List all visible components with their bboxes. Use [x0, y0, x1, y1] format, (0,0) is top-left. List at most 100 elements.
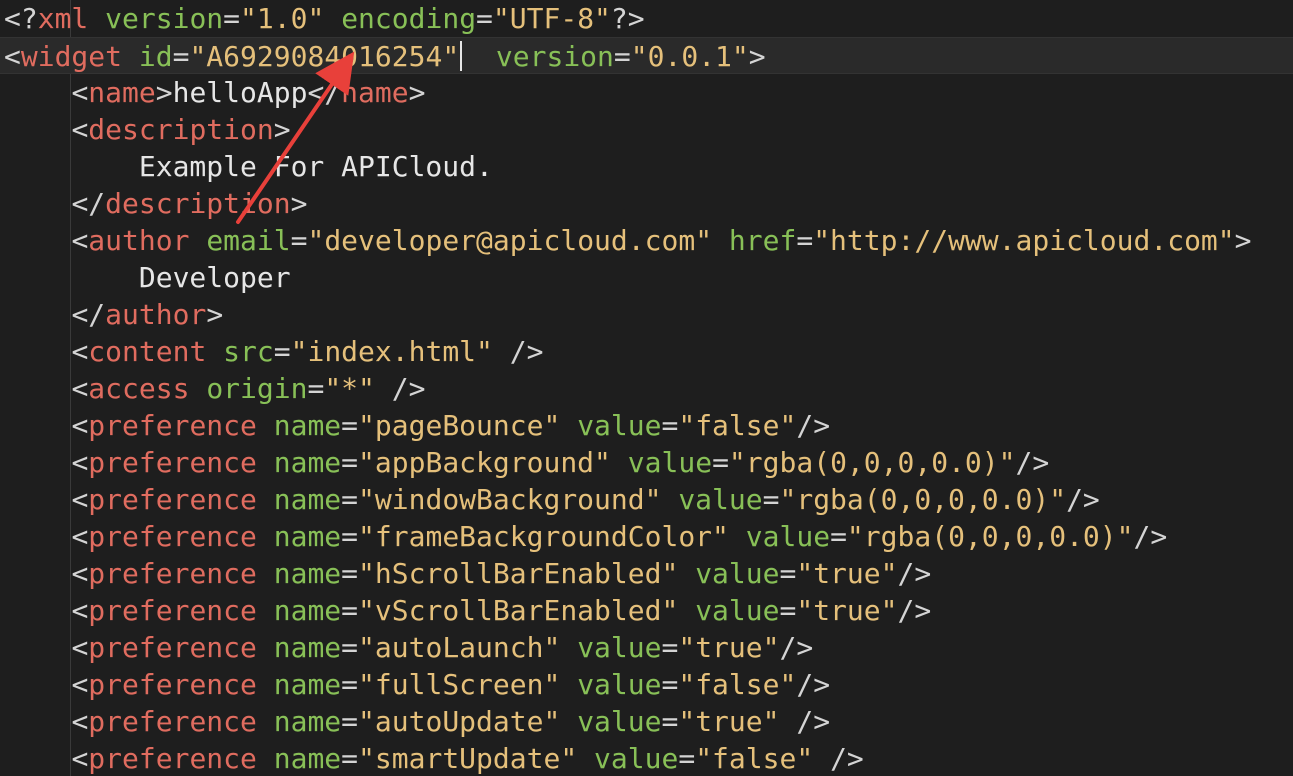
- code-attribute-value: "fullScreen": [358, 668, 561, 701]
- code-line[interactable]: Developer: [0, 259, 1293, 296]
- code-punctuation: =: [661, 631, 679, 664]
- code-text: Example For APICloud.: [4, 150, 493, 183]
- code-punctuation: =: [290, 224, 308, 257]
- code-attribute-value: "vScrollBarEnabled": [358, 594, 679, 627]
- code-attribute-value: "http://www.apicloud.com": [813, 224, 1235, 257]
- code-line[interactable]: <access origin="*" />: [0, 370, 1293, 407]
- code-attribute-name: name: [273, 668, 342, 701]
- code-tag-name: author: [88, 224, 190, 257]
- code-attribute-name: name: [273, 742, 342, 775]
- code-punctuation: =: [341, 446, 359, 479]
- code-attribute-name: name: [273, 446, 342, 479]
- code-punctuation: >: [155, 76, 173, 109]
- code-line[interactable]: <preference name="pageBounce" value="fal…: [0, 407, 1293, 444]
- code-line[interactable]: </description>: [0, 185, 1293, 222]
- code-line[interactable]: <author email="developer@apicloud.com" h…: [0, 222, 1293, 259]
- code-attribute-value: "true": [678, 705, 780, 738]
- code-line[interactable]: </author>: [0, 296, 1293, 333]
- code-line[interactable]: <preference name="autoLaunch" value="tru…: [0, 629, 1293, 666]
- code-line[interactable]: <preference name="appBackground" value="…: [0, 444, 1293, 481]
- code-punctuation: />: [1133, 520, 1168, 553]
- code-editor[interactable]: <?xml version="1.0" encoding="UTF-8"?> <w…: [0, 0, 1293, 776]
- code-punctuation: <: [71, 705, 89, 738]
- code-attribute-value: "smartUpdate": [358, 742, 578, 775]
- code-tag-name: name: [341, 76, 409, 109]
- code-punctuation: <: [71, 483, 89, 516]
- code-line[interactable]: <preference name="windowBackground" valu…: [0, 481, 1293, 518]
- code-line[interactable]: <preference name="vScrollBarEnabled" val…: [0, 592, 1293, 629]
- code-line[interactable]: <description>: [0, 111, 1293, 148]
- code-attribute-value: "pageBounce": [358, 409, 561, 442]
- code-punctuation: =: [661, 668, 679, 701]
- code-punctuation: >: [748, 40, 766, 73]
- code-punctuation: />: [796, 668, 831, 701]
- code-punctuation: />: [391, 372, 426, 405]
- code-attribute-name: id: [138, 40, 173, 73]
- code-tag-name: name: [88, 76, 156, 109]
- code-punctuation: =: [661, 409, 679, 442]
- code-tag-name: description: [88, 113, 274, 146]
- code-attribute-name: href: [728, 224, 797, 257]
- code-attribute-name: value: [678, 483, 763, 516]
- code-punctuation: =: [341, 594, 359, 627]
- code-punctuation: =: [762, 483, 780, 516]
- code-line[interactable]: <preference name="fullScreen" value="fal…: [0, 666, 1293, 703]
- code-tag-name: preference: [88, 557, 257, 590]
- code-punctuation: =: [341, 742, 359, 775]
- code-lines[interactable]: <?xml version="1.0" encoding="UTF-8"?> <w…: [0, 0, 1293, 776]
- code-line[interactable]: <name>helloApp</name>: [0, 74, 1293, 111]
- code-punctuation: =: [779, 557, 797, 590]
- code-line-active[interactable]: <widget id="A6929084016254" version="0.0…: [0, 37, 1293, 74]
- code-punctuation: =: [341, 520, 359, 553]
- code-punctuation: =: [307, 372, 325, 405]
- code-line[interactable]: <preference name="hScrollBarEnabled" val…: [0, 555, 1293, 592]
- code-attribute-name: encoding: [341, 2, 477, 35]
- code-text: Developer: [4, 261, 291, 294]
- code-punctuation: <: [71, 409, 89, 442]
- code-text: helloApp: [172, 76, 308, 109]
- code-attribute-name: version: [495, 40, 614, 73]
- code-punctuation: <: [71, 224, 89, 257]
- code-line[interactable]: Example For APICloud.: [0, 148, 1293, 185]
- code-punctuation: <: [71, 557, 89, 590]
- code-line[interactable]: <content src="index.html" />: [0, 333, 1293, 370]
- code-line[interactable]: <preference name="smartUpdate" value="fa…: [0, 740, 1293, 776]
- code-attribute-value: "frameBackgroundColor": [358, 520, 729, 553]
- code-punctuation: <: [71, 335, 89, 368]
- code-line[interactable]: <preference name="autoUpdate" value="tru…: [0, 703, 1293, 740]
- code-punctuation: >: [1234, 224, 1252, 257]
- code-punctuation: =: [476, 2, 493, 35]
- code-line[interactable]: <?xml version="1.0" encoding="UTF-8"?>: [0, 0, 1293, 37]
- code-line[interactable]: <preference name="frameBackgroundColor" …: [0, 518, 1293, 555]
- code-attribute-name: value: [577, 705, 662, 738]
- code-punctuation: =: [712, 446, 729, 479]
- code-attribute-name: value: [577, 631, 662, 664]
- code-punctuation: <?: [4, 2, 38, 35]
- code-attribute-name: version: [105, 2, 224, 35]
- code-punctuation: =: [172, 40, 190, 73]
- code-attribute-name: name: [273, 594, 342, 627]
- code-attribute-value: "rgba(0,0,0,0.0)": [728, 446, 1016, 479]
